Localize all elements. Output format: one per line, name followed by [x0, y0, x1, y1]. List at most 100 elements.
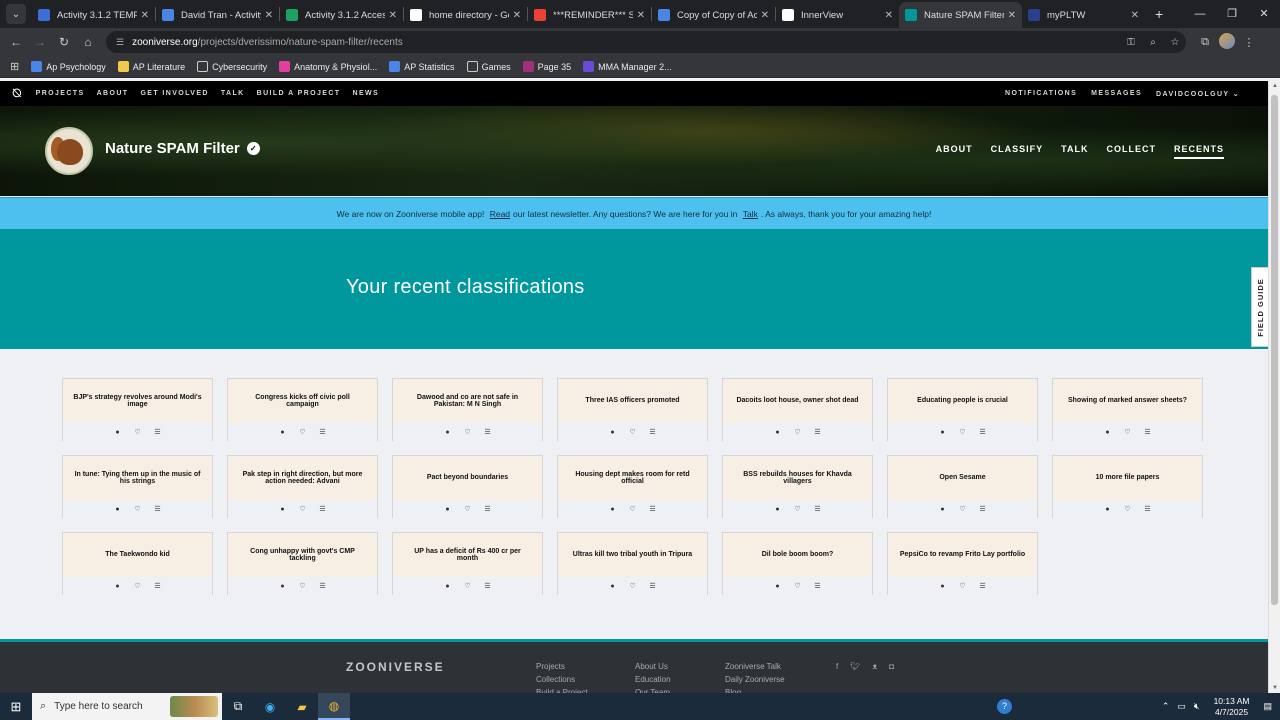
nav-link-notifications[interactable]: NOTIFICATIONS [1005, 90, 1077, 97]
favorite-heart-icon[interactable]: ♡ [959, 428, 967, 436]
bookmark-item[interactable]: Page 35 [522, 61, 571, 72]
windows-start-icon[interactable]: ⊞ [0, 699, 32, 715]
info-icon[interactable]: ● [1104, 506, 1112, 513]
classification-card[interactable]: Dawood and co are not safe in Pakistan: … [392, 378, 543, 441]
field-guide-tab[interactable]: FIELD GUIDE [1251, 267, 1268, 347]
classification-card[interactable]: Congress kicks off civic poll campaign ● ♡… [227, 378, 378, 441]
info-icon[interactable]: ● [609, 429, 617, 436]
favorite-heart-icon[interactable]: ♡ [299, 582, 307, 590]
favorite-heart-icon[interactable]: ♡ [464, 505, 472, 513]
tab-close-icon[interactable]: ✕ [885, 10, 893, 21]
bookmark-item[interactable]: Games [466, 61, 511, 72]
tab-close-icon[interactable]: ✕ [1008, 10, 1016, 21]
collect-list-icon[interactable]: ☰ [979, 505, 987, 513]
classification-card[interactable]: UP has a deficit of Rs 400 cr per month ●… [392, 532, 543, 595]
info-icon[interactable]: ● [939, 429, 947, 436]
footer-link[interactable]: Projects [536, 662, 588, 671]
favorite-heart-icon[interactable]: ♡ [629, 428, 637, 436]
collect-list-icon[interactable]: ☰ [814, 582, 822, 590]
classification-card[interactable]: Pact beyond boundaries ● ♡ ☰ [392, 455, 543, 518]
collect-list-icon[interactable]: ☰ [979, 582, 987, 590]
file-explorer-icon[interactable]: ▰ [286, 700, 318, 714]
footer-link[interactable]: Collections [536, 675, 588, 684]
nav-link-get-involved[interactable]: GET INVOLVED [140, 90, 208, 97]
favorite-heart-icon[interactable]: ♡ [134, 582, 142, 590]
twitter-icon[interactable]: 🐦︎ [850, 662, 860, 671]
help-icon[interactable]: ? [997, 699, 1012, 714]
collect-list-icon[interactable]: ☰ [649, 505, 657, 513]
classification-card[interactable]: Cong unhappy with govt's CMP tackling ● ♡ ☰ [227, 532, 378, 595]
browser-tab[interactable]: myPLTW ✕ [1022, 2, 1145, 28]
network-icon[interactable]: ▭ [1177, 701, 1186, 712]
classification-card[interactable]: BJP's strategy revolves around Modi's im… [62, 378, 213, 441]
info-icon[interactable]: ● [114, 506, 122, 513]
project-tab-recents[interactable]: RECENTS [1173, 144, 1224, 159]
bookmark-item[interactable]: Ap Psychology [31, 61, 106, 72]
collect-list-icon[interactable]: ☰ [319, 582, 327, 590]
restore-icon[interactable]: ❐ [1216, 0, 1248, 28]
page-scrollbar[interactable]: ▲ ▼ [1268, 81, 1280, 693]
project-title[interactable]: Nature SPAM Filter ✓ [105, 140, 260, 157]
classification-card[interactable]: PepsiCo to revamp Frito Lay portfolio ● ♡ ☰ [887, 532, 1038, 595]
favorite-heart-icon[interactable]: ♡ [134, 505, 142, 513]
classification-card[interactable]: BSS rebuilds houses for Khavda villagers… [722, 455, 873, 518]
bluesky-icon[interactable]: ᴥ [872, 662, 877, 671]
collect-list-icon[interactable]: ☰ [814, 505, 822, 513]
collect-list-icon[interactable]: ☰ [814, 428, 822, 436]
collect-list-icon[interactable]: ☰ [1144, 428, 1152, 436]
info-icon[interactable]: ● [1104, 429, 1112, 436]
classification-card[interactable]: Dacoits loot house, owner shot dead ● ♡ ☰ [722, 378, 873, 441]
tab-close-icon[interactable]: ✕ [389, 10, 397, 21]
apps-grid-icon[interactable]: ⊞ [10, 60, 19, 73]
footer-link[interactable]: Education [635, 675, 671, 684]
info-icon[interactable]: ● [774, 583, 782, 590]
collect-list-icon[interactable]: ☰ [154, 428, 162, 436]
browser-tab[interactable]: Nature SPAM Filter – ✕ [899, 2, 1022, 28]
info-icon[interactable]: ● [279, 583, 287, 590]
nav-link-projects[interactable]: PROJECTS [36, 90, 85, 97]
info-icon[interactable]: ● [939, 583, 947, 590]
favorite-heart-icon[interactable]: ♡ [794, 582, 802, 590]
clock[interactable]: 10:13 AM 4/7/2025 [1214, 696, 1250, 716]
browser-tab[interactable]: ***REMINDER*** Sha ✕ [528, 2, 651, 28]
info-icon[interactable]: ● [114, 583, 122, 590]
favorite-heart-icon[interactable]: ♡ [629, 582, 637, 590]
talk-link[interactable]: Talk [743, 209, 758, 219]
browser-menu-icon[interactable]: ⋮ [1238, 36, 1260, 49]
nav-link-about[interactable]: ABOUT [97, 90, 129, 97]
newsletter-link[interactable]: Read [490, 209, 510, 219]
notifications-icon[interactable]: ▤ [1263, 701, 1272, 712]
collect-list-icon[interactable]: ☰ [979, 428, 987, 436]
classification-card[interactable]: Showing of marked answer sheets? ● ♡ ☰ [1052, 378, 1203, 441]
collect-list-icon[interactable]: ☰ [319, 505, 327, 513]
extensions-icon[interactable]: ⧉ [1194, 36, 1216, 49]
favorite-heart-icon[interactable]: ♡ [134, 428, 142, 436]
collect-list-icon[interactable]: ☰ [484, 428, 492, 436]
tab-close-icon[interactable]: ✕ [513, 10, 521, 21]
collect-list-icon[interactable]: ☰ [319, 428, 327, 436]
forward-icon[interactable]: → [28, 35, 52, 49]
favorite-heart-icon[interactable]: ♡ [959, 505, 967, 513]
collect-list-icon[interactable]: ☰ [154, 505, 162, 513]
bookmark-item[interactable]: Cybersecurity [197, 61, 267, 72]
password-key-icon[interactable]: ⚿ [1120, 37, 1142, 48]
tab-close-icon[interactable]: ✕ [761, 10, 769, 21]
project-tab-collect[interactable]: COLLECT [1106, 144, 1156, 159]
tab-close-icon[interactable]: ✕ [141, 10, 149, 21]
tab-search-button[interactable]: ⌄ [6, 4, 26, 24]
scrollbar-thumb[interactable] [1271, 95, 1278, 605]
zooniverse-logo-icon[interactable]: ⦰ [12, 86, 22, 101]
instagram-icon[interactable]: ◘ [889, 662, 894, 671]
favorite-heart-icon[interactable]: ♡ [464, 582, 472, 590]
favorite-heart-icon[interactable]: ♡ [629, 505, 637, 513]
browser-tab[interactable]: David Tran - Activity ✕ [156, 2, 279, 28]
info-icon[interactable]: ● [444, 506, 452, 513]
favorite-heart-icon[interactable]: ♡ [464, 428, 472, 436]
bookmark-item[interactable]: AP Statistics [389, 61, 455, 72]
nav-link-talk[interactable]: TALK [221, 90, 245, 97]
address-bar[interactable]: ☰ zooniverse.org/projects/dverissimo/nat… [106, 31, 1186, 53]
browser-tab[interactable]: Activity 3.1.2 Access ✕ [280, 2, 403, 28]
site-info-icon[interactable]: ☰ [116, 37, 124, 48]
browser-tab[interactable]: InnerView ✕ [776, 2, 899, 28]
info-icon[interactable]: ● [939, 506, 947, 513]
